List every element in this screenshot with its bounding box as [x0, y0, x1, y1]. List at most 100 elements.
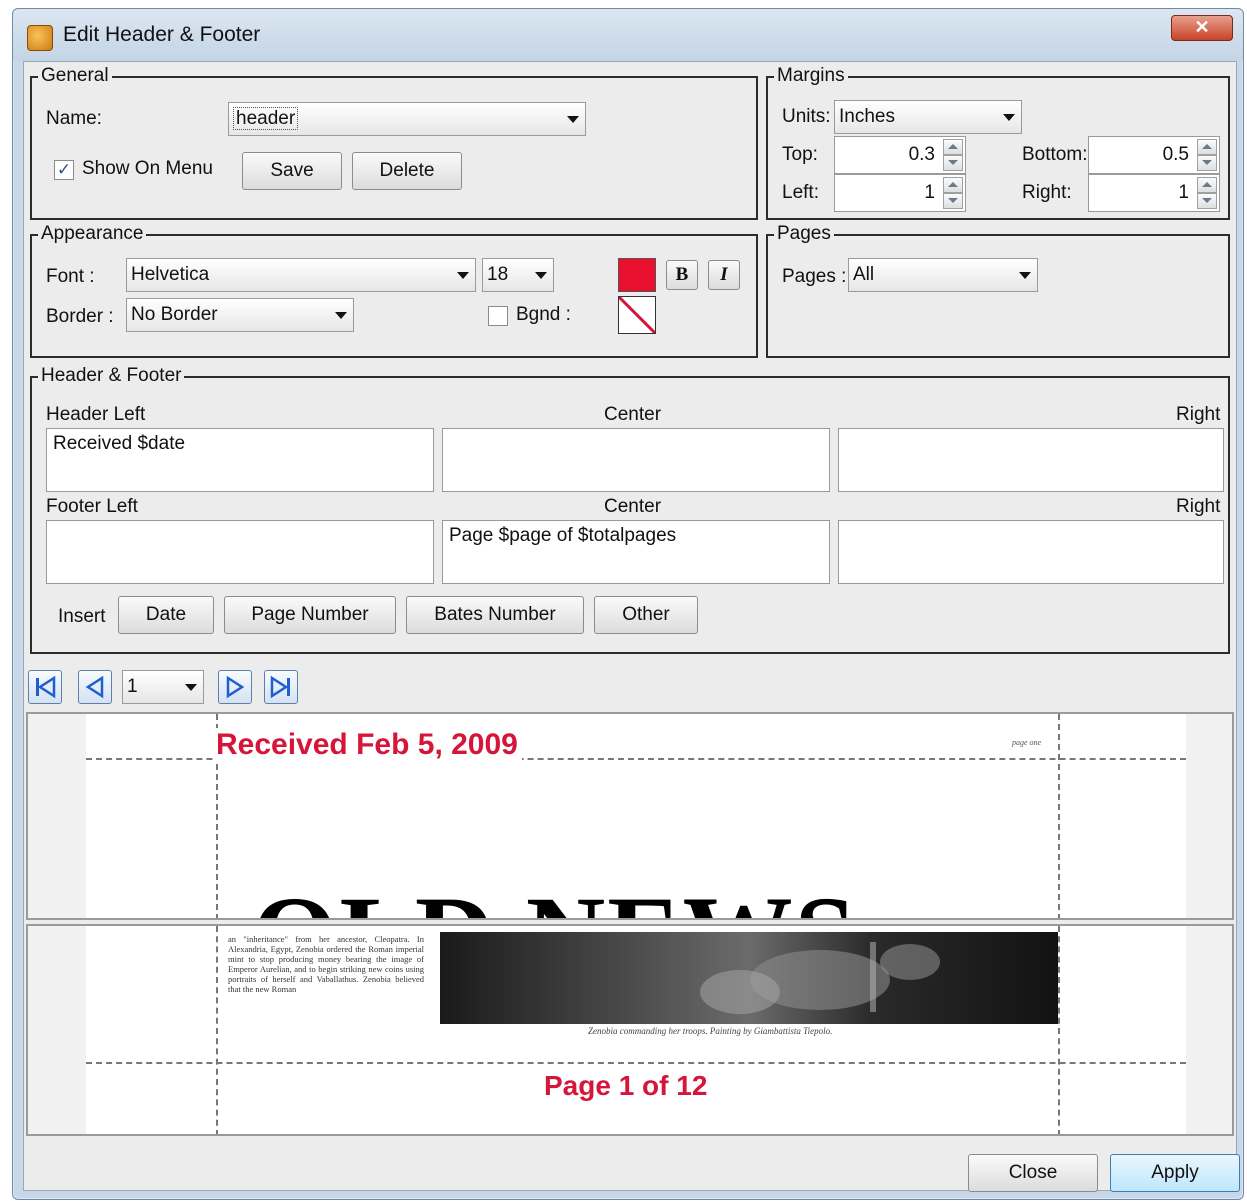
pages-legend: Pages — [774, 223, 834, 245]
background-color-swatch[interactable] — [618, 296, 656, 334]
preview-caption: Zenobia commanding her troops. Painting … — [588, 1026, 833, 1036]
spin-up-icon[interactable] — [943, 139, 963, 155]
bottom-label: Bottom: — [1022, 144, 1088, 165]
general-legend: General — [38, 65, 112, 87]
bgnd-label: Bgnd : — [516, 304, 571, 325]
name-value: header — [233, 107, 299, 130]
preview-painting-image — [440, 932, 1058, 1024]
delete-button[interactable]: Delete — [352, 152, 462, 190]
left-label: Left: — [782, 182, 819, 203]
bottom-spinner[interactable]: 0.5 — [1088, 136, 1220, 174]
chevron-down-icon — [457, 272, 469, 279]
header-footer-group: Header & Footer Header Left Center Right… — [30, 365, 1230, 654]
insert-bates-number-button[interactable]: Bates Number — [406, 596, 584, 634]
apply-button[interactable]: Apply — [1110, 1154, 1240, 1192]
insert-other-button[interactable]: Other — [594, 596, 698, 634]
header-right-label: Right — [1176, 404, 1221, 425]
footer-margin-guide — [86, 1062, 1186, 1064]
text-color-swatch[interactable] — [618, 258, 656, 292]
spin-down-icon[interactable] — [943, 193, 963, 209]
font-combo[interactable]: Helvetica — [126, 258, 476, 292]
units-combo[interactable]: Inches — [834, 100, 1022, 134]
font-label: Font : — [46, 266, 95, 287]
page-number-combo[interactable]: 1 — [122, 670, 204, 704]
top-spinner[interactable]: 0.3 — [834, 136, 966, 174]
spin-up-icon[interactable] — [1197, 177, 1217, 193]
chevron-down-icon — [1019, 272, 1031, 279]
footer-left-input[interactable] — [46, 520, 434, 584]
last-page-button[interactable] — [264, 670, 298, 704]
previous-page-button[interactable] — [78, 670, 112, 704]
footer-right-input[interactable] — [838, 520, 1224, 584]
appearance-group: Appearance Font : Helvetica 18 B I Borde… — [30, 223, 758, 358]
insert-page-number-button[interactable]: Page Number — [224, 596, 396, 634]
header-preview-pane: Received Feb 5, 2009 page one OLD NEWS — [26, 712, 1234, 920]
close-button[interactable]: Close — [968, 1154, 1098, 1192]
name-label: Name: — [46, 108, 102, 129]
units-label: Units: — [782, 106, 831, 127]
spin-up-icon[interactable] — [1197, 139, 1217, 155]
chevron-down-icon — [185, 684, 197, 691]
preview-header-text: Received Feb 5, 2009 — [216, 728, 522, 762]
units-value: Inches — [839, 106, 895, 127]
header-footer-legend: Header & Footer — [38, 365, 185, 387]
insert-date-button[interactable]: Date — [118, 596, 214, 634]
save-button[interactable]: Save — [242, 152, 342, 190]
margins-group: Margins Units: Inches Top: 0.3 Bottom: 0… — [766, 65, 1230, 220]
preview-footer-text: Page 1 of 12 — [544, 1070, 708, 1101]
last-page-icon — [270, 675, 290, 699]
page-number-value: 1 — [127, 676, 138, 697]
left-margin-guide — [216, 926, 218, 1134]
spin-up-icon[interactable] — [943, 177, 963, 193]
pages-group: Pages Pages : All — [766, 223, 1230, 358]
chevron-down-icon — [535, 272, 547, 279]
right-value: 1 — [1178, 182, 1189, 203]
footer-preview-pane: an "inheritance" from her ancestor, Cleo… — [26, 924, 1234, 1136]
next-page-button[interactable] — [218, 670, 252, 704]
first-page-button[interactable] — [28, 670, 62, 704]
top-label: Top: — [782, 144, 818, 165]
pages-label: Pages : — [782, 266, 847, 287]
italic-button[interactable]: I — [708, 260, 740, 290]
chevron-down-icon — [567, 116, 579, 123]
spin-down-icon[interactable] — [1197, 193, 1217, 209]
close-window-button[interactable]: ✕ — [1171, 15, 1233, 41]
dialog-window: Edit Header & Footer ✕ General Name: hea… — [12, 8, 1244, 1200]
right-margin-guide — [1058, 714, 1060, 918]
dialog-body: General Name: header ✓ Show On Menu Save… — [23, 61, 1240, 1192]
general-group: General Name: header ✓ Show On Menu Save… — [30, 65, 758, 220]
pages-combo[interactable]: All — [848, 258, 1038, 292]
name-combo[interactable]: header — [228, 102, 586, 136]
left-value: 1 — [924, 182, 935, 203]
title-bar[interactable]: Edit Header & Footer ✕ — [13, 9, 1243, 61]
right-spinner[interactable]: 1 — [1088, 174, 1220, 212]
right-label: Right: — [1022, 182, 1072, 203]
insert-label: Insert — [58, 606, 106, 627]
appearance-legend: Appearance — [38, 223, 147, 245]
header-right-input[interactable] — [838, 428, 1224, 492]
spin-down-icon[interactable] — [943, 155, 963, 171]
right-margin-guide — [1058, 926, 1060, 1134]
bold-button[interactable]: B — [666, 260, 698, 290]
bgnd-checkbox[interactable] — [488, 306, 508, 326]
chevron-down-icon — [335, 312, 347, 319]
header-center-input[interactable] — [442, 428, 830, 492]
chevron-down-icon — [1003, 114, 1015, 121]
font-size-value: 18 — [487, 264, 509, 285]
border-value: No Border — [131, 304, 218, 325]
window-title: Edit Header & Footer — [63, 23, 261, 46]
preview-masthead: OLD NEWS — [252, 880, 858, 918]
border-combo[interactable]: No Border — [126, 298, 354, 332]
preview-header-right-small: page one — [1012, 738, 1042, 747]
header-left-input[interactable]: Received $date — [46, 428, 434, 492]
show-on-menu-checkbox[interactable]: ✓ — [54, 160, 74, 180]
footer-center-input[interactable]: Page $page of $totalpages — [442, 520, 830, 584]
font-value: Helvetica — [131, 264, 210, 285]
font-size-combo[interactable]: 18 — [482, 258, 554, 292]
app-icon — [27, 25, 53, 51]
next-page-icon — [226, 675, 245, 699]
painting-figures — [700, 942, 940, 1014]
preview-article-column: an "inheritance" from her ancestor, Cleo… — [228, 934, 424, 994]
spin-down-icon[interactable] — [1197, 155, 1217, 171]
left-spinner[interactable]: 1 — [834, 174, 966, 212]
